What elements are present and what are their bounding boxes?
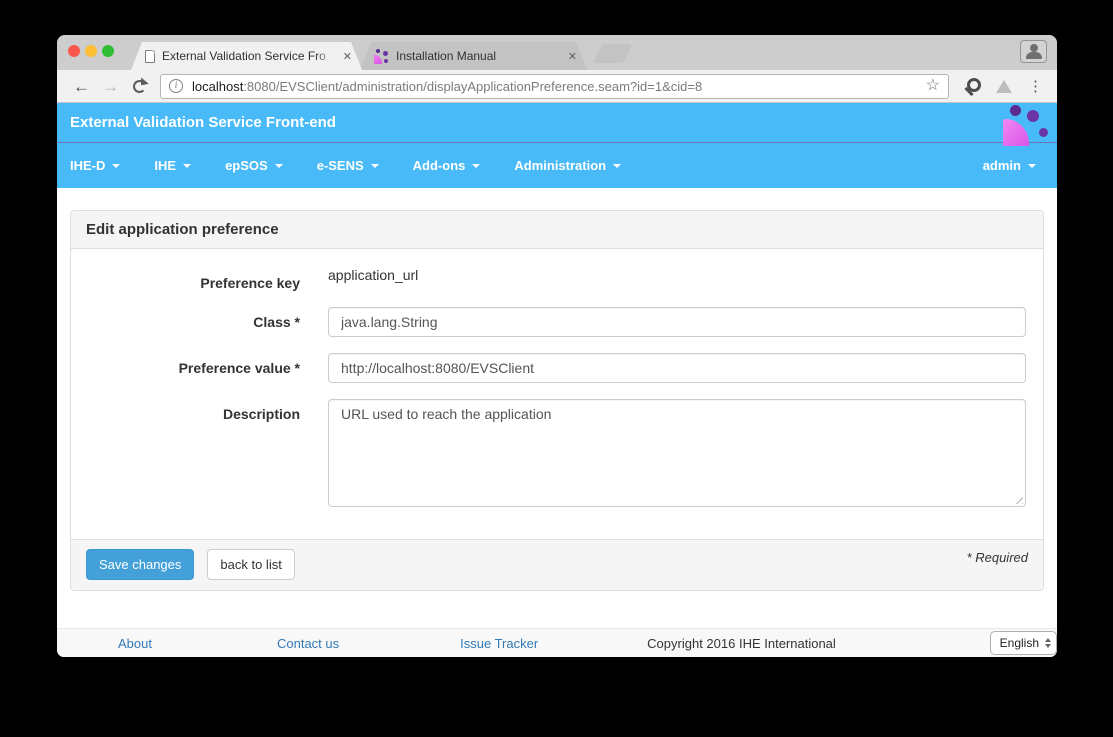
user-menu-admin[interactable]: admin — [983, 158, 1036, 173]
window-close-button[interactable] — [68, 45, 80, 57]
panel-footer: Save changes back to list * Required — [71, 539, 1043, 590]
drive-extension-icon[interactable] — [996, 80, 1012, 93]
about-link[interactable]: About — [118, 636, 152, 651]
page-footer: About Contact us Issue Tracker Copyright… — [57, 628, 1057, 657]
preference-form: Preference key application_url Class * P… — [71, 249, 1043, 539]
app-title: External Validation Service Front-end — [70, 114, 336, 131]
back-to-list-button[interactable]: back to list — [207, 549, 294, 580]
required-note: * Required — [967, 549, 1028, 565]
edit-preference-panel: Edit application preference Preference k… — [70, 210, 1044, 591]
language-select[interactable]: English — [990, 631, 1057, 655]
panel-title: Edit application preference — [71, 211, 1043, 249]
chevron-down-icon — [275, 164, 283, 168]
chevron-down-icon — [613, 164, 621, 168]
gazelle-logo-icon — [1003, 104, 1051, 144]
document-icon — [145, 50, 155, 63]
nav-item-e-sens[interactable]: e-SENS — [317, 158, 379, 173]
new-tab-button[interactable] — [593, 44, 632, 63]
forward-icon[interactable]: → — [102, 78, 119, 95]
description-field[interactable]: URL used to reach the application — [328, 399, 1026, 507]
chevron-down-icon — [371, 164, 379, 168]
contact-us-link[interactable]: Contact us — [277, 636, 339, 651]
info-icon[interactable]: i — [169, 79, 183, 93]
window-zoom-button[interactable] — [102, 45, 114, 57]
language-select-value: English — [1000, 636, 1039, 650]
select-stepper-icon — [1045, 638, 1051, 648]
close-icon[interactable]: ✕ — [343, 50, 352, 63]
preference-value-field[interactable] — [328, 353, 1026, 383]
chevron-down-icon — [1028, 164, 1036, 168]
profile-icon[interactable] — [1020, 40, 1047, 63]
nav-item-add-ons[interactable]: Add-ons — [413, 158, 481, 173]
reload-icon[interactable] — [133, 80, 146, 93]
url-host: localhost — [192, 79, 243, 94]
class-field[interactable] — [328, 307, 1026, 337]
tab-installation-manual[interactable]: Installation Manual ✕ — [360, 42, 587, 70]
class-label: Class * — [86, 307, 300, 337]
key-extension-icon[interactable] — [964, 78, 981, 95]
close-icon[interactable]: ✕ — [568, 50, 577, 63]
save-changes-button[interactable]: Save changes — [86, 549, 194, 580]
url-path: :8080/EVSClient/administration/displayAp… — [243, 79, 702, 94]
issue-tracker-link[interactable]: Issue Tracker — [460, 636, 538, 651]
chevron-down-icon — [112, 164, 120, 168]
app-header: External Validation Service Front-end — [57, 103, 1057, 143]
copyright-text: Copyright 2016 IHE International — [647, 636, 836, 651]
address-bar[interactable]: i localhost:8080/EVSClient/administratio… — [160, 74, 949, 99]
browser-menu-icon[interactable]: ⋮ — [1028, 77, 1043, 95]
nav-item-epsos[interactable]: epSOS — [225, 158, 283, 173]
description-label: Description — [86, 399, 300, 507]
tab-title: Installation Manual — [396, 49, 562, 63]
preference-key-label: Preference key — [86, 265, 300, 291]
tab-bar: External Validation Service Fro ✕ Instal… — [57, 35, 1057, 70]
tab-evs-client[interactable]: External Validation Service Fro ✕ — [131, 42, 362, 70]
url-text: localhost:8080/EVSClient/administration/… — [192, 79, 702, 94]
nav-item-ihe[interactable]: IHE — [154, 158, 191, 173]
preference-key-value: application_url — [328, 265, 1026, 283]
tab-title: External Validation Service Fro — [162, 49, 337, 63]
preference-value-label: Preference value * — [86, 353, 300, 383]
back-icon[interactable]: ← — [73, 78, 90, 95]
browser-window: External Validation Service Fro ✕ Instal… — [57, 35, 1057, 657]
gazelle-logo-icon — [374, 49, 389, 64]
window-minimize-button[interactable] — [85, 45, 97, 57]
nav-item-ihe-d[interactable]: IHE-D — [70, 158, 120, 173]
chevron-down-icon — [183, 164, 191, 168]
nav-item-administration[interactable]: Administration — [514, 158, 621, 173]
main-navigation: IHE-D IHE epSOS e-SENS Add-ons Administr… — [57, 143, 1057, 188]
bookmark-star-icon[interactable]: ☆ — [926, 78, 940, 94]
browser-toolbar: ← → i localhost:8080/EVSClient/administr… — [57, 70, 1057, 103]
chevron-down-icon — [472, 164, 480, 168]
